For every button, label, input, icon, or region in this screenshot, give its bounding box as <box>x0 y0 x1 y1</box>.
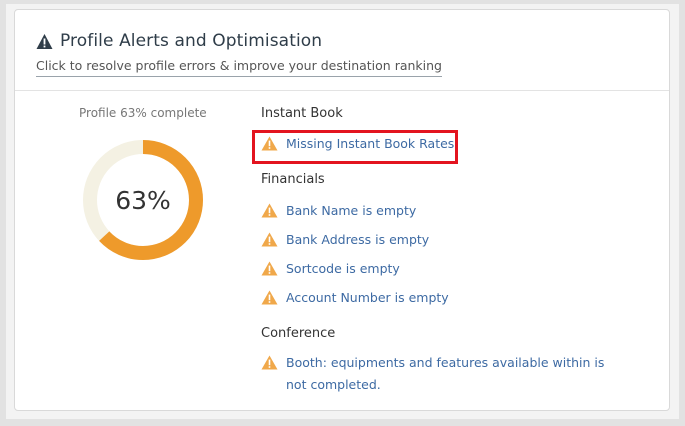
alert-account-number[interactable]: Account Number is empty <box>261 290 449 309</box>
section-title-financials: Financials <box>261 172 325 187</box>
page-title: Profile Alerts and Optimisation <box>60 31 323 51</box>
section-title-instant-book: Instant Book <box>261 106 343 121</box>
warning-icon <box>261 355 278 370</box>
alert-sortcode[interactable]: Sortcode is empty <box>261 261 400 280</box>
alert-bank-name[interactable]: Bank Name is empty <box>261 203 416 222</box>
warning-icon <box>261 232 278 247</box>
warning-icon <box>261 290 278 305</box>
page-panel: Profile Alerts and Optimisation Click to… <box>6 4 679 419</box>
page-subtitle: Click to resolve profile errors & improv… <box>36 58 442 77</box>
warning-icon <box>36 33 53 49</box>
card-header: Profile Alerts and Optimisation Click to… <box>15 10 669 91</box>
section-title-conference: Conference <box>261 326 336 341</box>
profile-progress-label: Profile 63% complete <box>79 106 207 120</box>
warning-icon <box>261 261 278 276</box>
alert-link[interactable]: Bank Address is empty <box>286 229 429 251</box>
alert-bank-address[interactable]: Bank Address is empty <box>261 232 429 251</box>
profile-alerts-card: Profile Alerts and Optimisation Click to… <box>14 9 670 411</box>
alert-link[interactable]: Account Number is empty <box>286 287 449 309</box>
title-row: Profile Alerts and Optimisation <box>36 31 322 51</box>
alert-booth-equipment[interactable]: Booth: equipments and features available… <box>261 355 616 396</box>
profile-progress-percent: 63% <box>115 185 171 215</box>
warning-icon <box>261 203 278 218</box>
highlight-box <box>252 130 458 164</box>
alert-link[interactable]: Bank Name is empty <box>286 200 416 222</box>
alert-link[interactable]: Booth: equipments and features available… <box>286 352 616 396</box>
alert-link[interactable]: Sortcode is empty <box>286 258 400 280</box>
